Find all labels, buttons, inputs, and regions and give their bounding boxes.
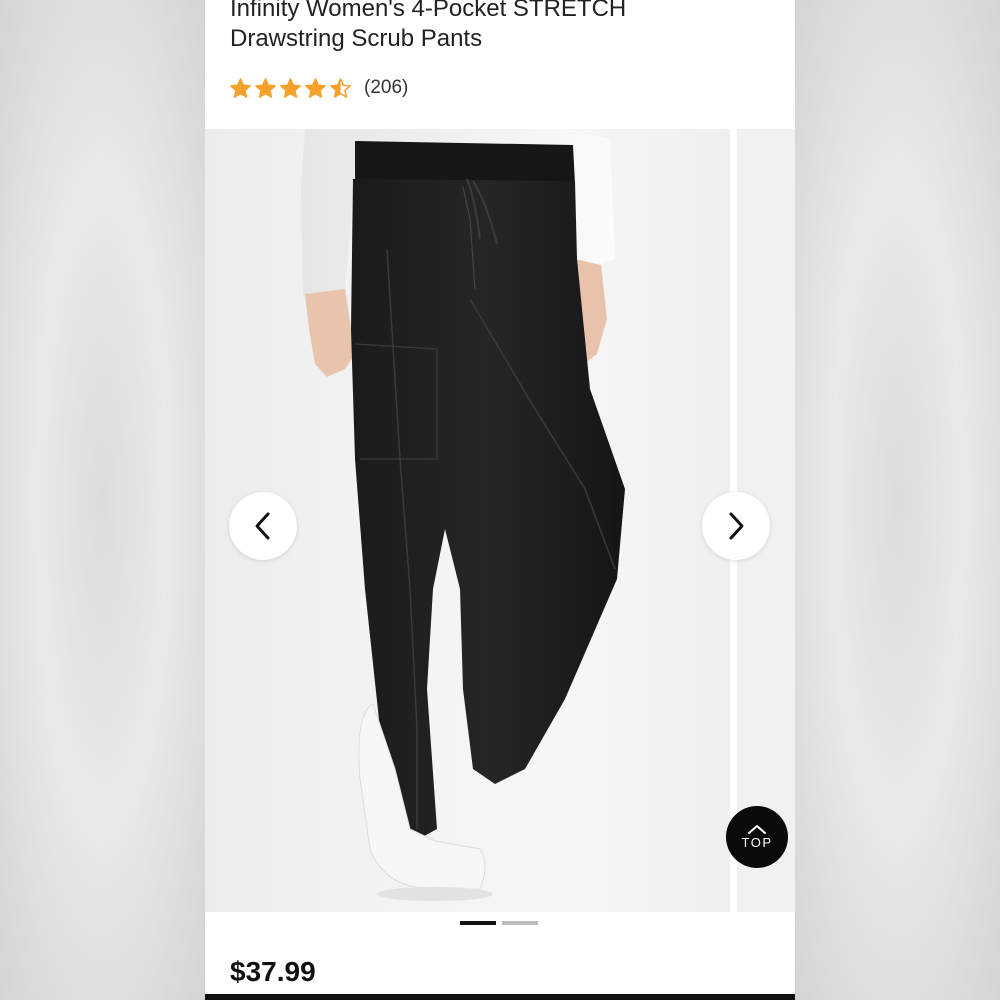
product-title-line-2: Drawstring Scrub Pants [230,25,483,52]
product-rating[interactable]: (206) [229,76,408,100]
star-half-icon [330,77,351,98]
blurred-background-right [795,0,1000,1000]
carousel-prev-button[interactable] [229,492,297,560]
product-page: Infinity Women's 4-Pocket STRETCH Drawst… [205,0,795,1000]
star-full-icon [280,77,301,98]
star-full-icon [255,77,276,98]
carousel-indicator-dot[interactable] [502,921,538,925]
back-to-top-button[interactable]: TOP [726,806,788,868]
image-carousel[interactable]: TOP [205,129,795,912]
carousel-next-button[interactable] [702,492,770,560]
bottom-bar [205,994,795,1000]
rating-stars [229,77,352,100]
back-to-top-label: TOP [741,835,773,850]
star-full-icon [305,77,326,98]
review-count[interactable]: (206) [364,77,408,99]
chevron-right-icon [729,512,744,540]
carousel-indicators [460,921,538,925]
blurred-background-left [0,0,205,1000]
chevron-left-icon [255,512,270,540]
carousel-indicator-dot[interactable] [460,921,496,925]
product-title-line-1: Infinity Women's 4-Pocket STRETCH [230,0,627,22]
chevron-up-icon [748,825,766,834]
product-price: $37.99 [230,956,316,987]
product-title: Infinity Women's 4-Pocket STRETCH Drawst… [230,0,770,54]
star-full-icon [230,77,251,98]
